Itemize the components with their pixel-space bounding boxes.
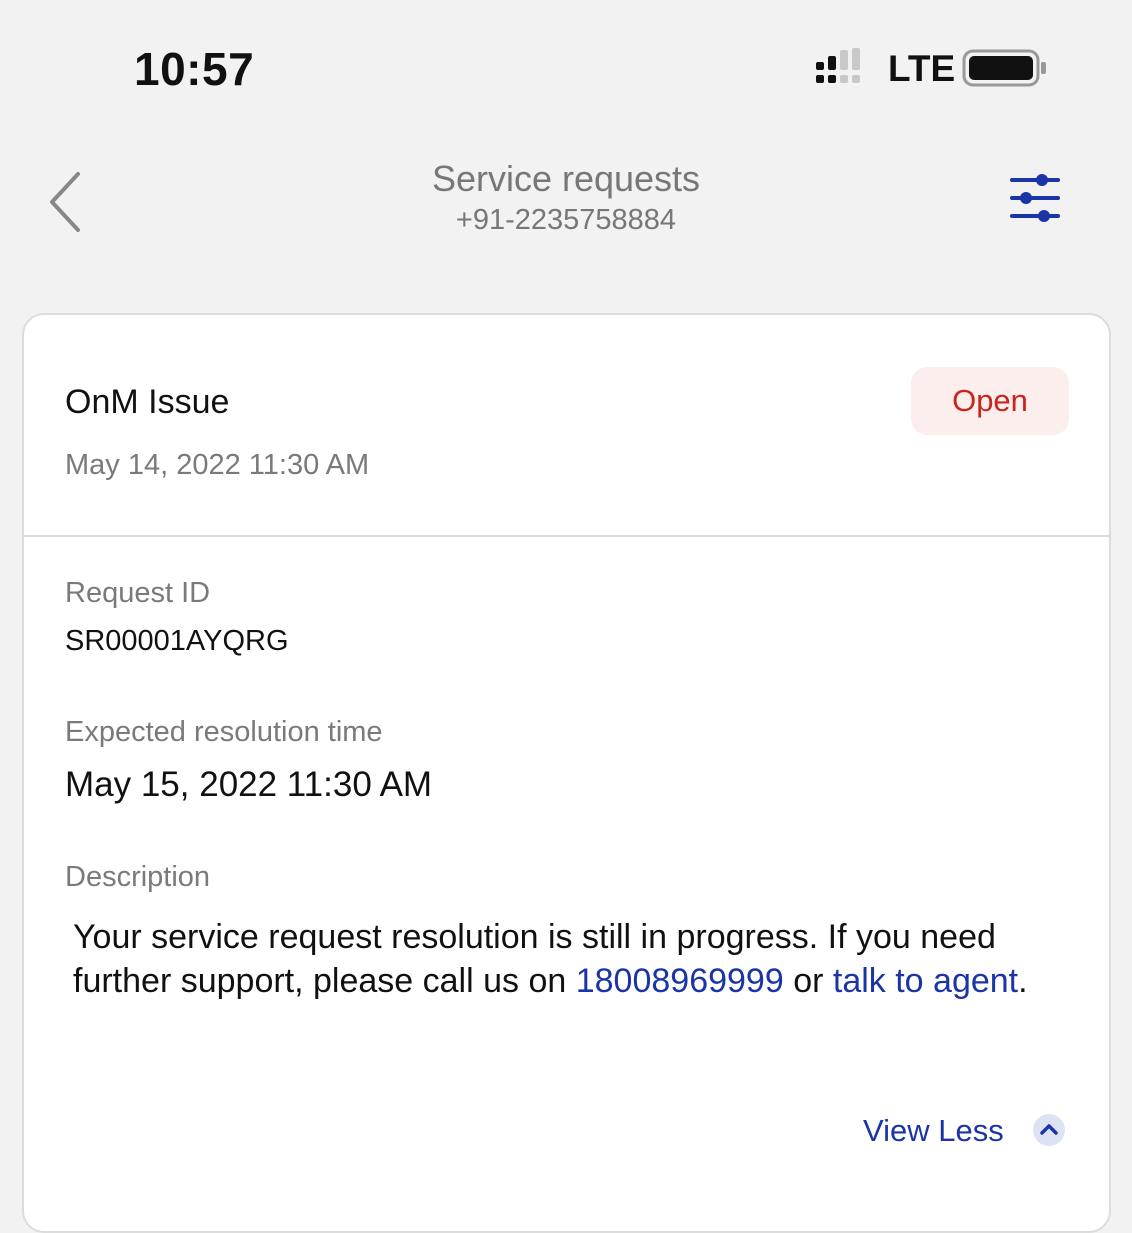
nav-bar: Service requests +91-2235758884 [0,140,1132,270]
resolution-time-label: Expected resolution time [65,716,383,748]
description-end: . [1018,962,1028,1000]
issue-title: OnM Issue [65,383,230,421]
support-phone-link[interactable]: 18008969999 [576,962,784,1000]
service-request-card: OnM Issue May 14, 2022 11:30 AM Open Req… [22,313,1111,1233]
page-subtitle: +91-2235758884 [455,204,677,236]
filter-sliders-icon[interactable] [1008,172,1062,224]
status-bar: 10:57 LTE [0,0,1132,130]
request-id-value: SR00001AYQRG [65,625,289,657]
description-label: Description [65,861,211,893]
page-title: Service requests [431,158,701,199]
battery-icon [962,49,1046,87]
status-time: 10:57 [134,43,255,95]
request-id-label: Request ID [65,577,211,609]
network-type: LTE [888,48,956,89]
resolution-time-value: May 15, 2022 11:30 AM [65,765,433,804]
talk-to-agent-link[interactable]: talk to agent [833,962,1018,1000]
chevron-up-icon[interactable] [1032,1113,1066,1147]
description-connector: or [783,962,833,1000]
issue-date: May 14, 2022 11:30 AM [65,449,370,481]
status-badge: Open [911,367,1069,435]
card-header: OnM Issue May 14, 2022 11:30 AM Open [24,315,1109,537]
view-less-button[interactable]: View Less [863,1113,1004,1149]
signal-strength-icon [816,48,860,83]
description-text: Your service request resolution is still… [73,915,1073,1003]
